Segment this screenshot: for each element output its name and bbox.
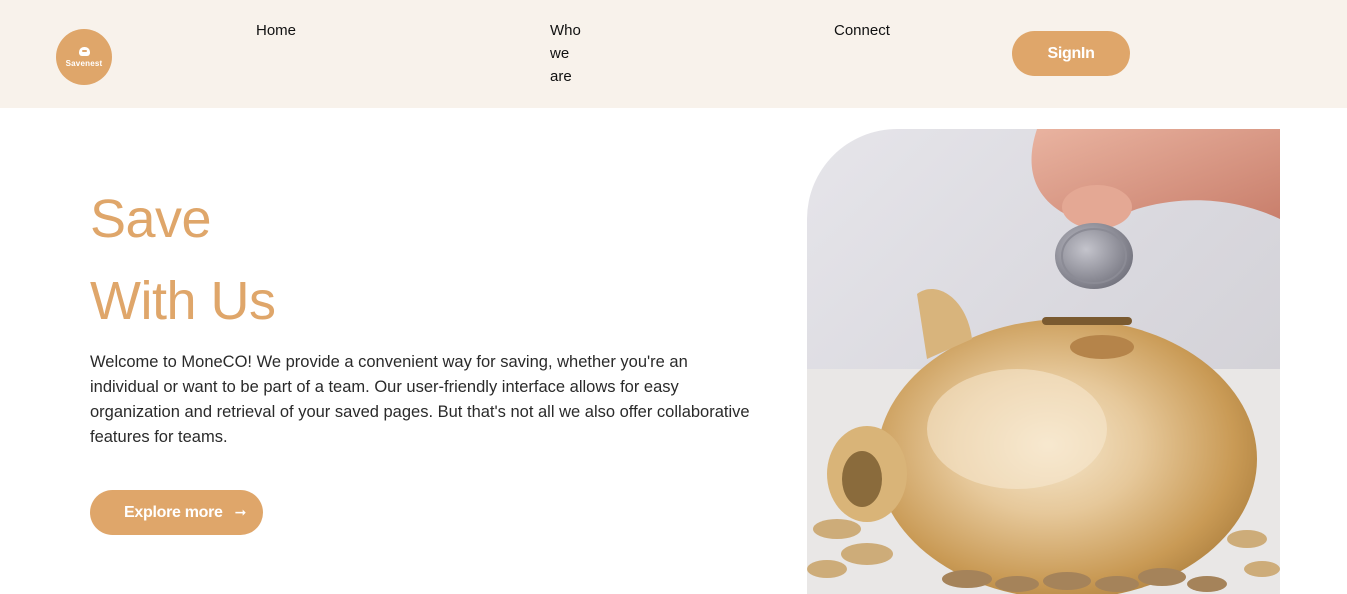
piggy-bank-illustration — [807, 129, 1280, 594]
arrow-right-icon: ➞ — [234, 504, 247, 520]
hero-title-line-1: Save — [90, 189, 212, 249]
hero-title: Save With Us — [90, 178, 276, 342]
top-navbar: Savenest Home Who we are Connect SignIn — [0, 0, 1347, 108]
hero-description: Welcome to MoneCO! We provide a convenie… — [90, 353, 750, 446]
explore-more-button[interactable]: Explore more ➞ — [90, 490, 263, 535]
hero-image — [807, 129, 1280, 594]
explore-more-label: Explore more — [124, 503, 223, 521]
brand-logo[interactable]: Savenest — [56, 29, 112, 85]
hero-title-line-2: With Us — [90, 271, 276, 331]
brand-logo-text: Savenest — [65, 58, 103, 68]
nav-link-who-we-are[interactable]: Who we are — [550, 19, 594, 88]
nav-link-home[interactable]: Home — [256, 19, 296, 42]
nav-link-connect[interactable]: Connect — [834, 19, 890, 42]
piggy-bank-icon — [78, 46, 90, 56]
signin-button[interactable]: SignIn — [1012, 31, 1130, 76]
